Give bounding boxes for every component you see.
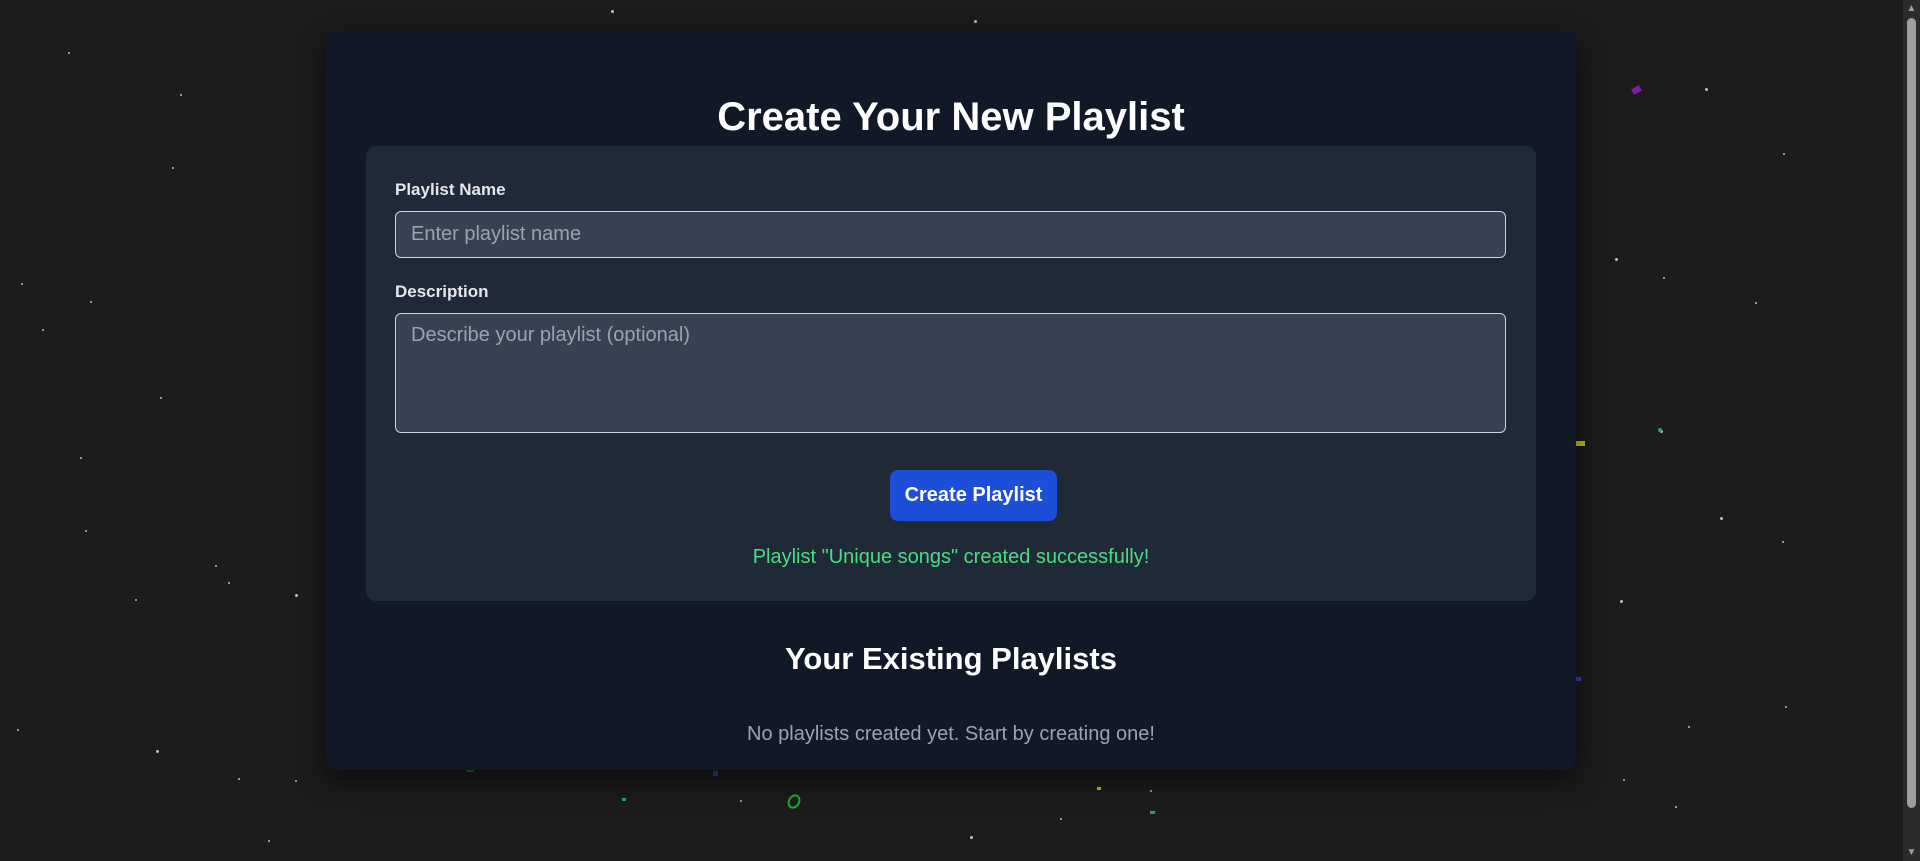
confetti-piece xyxy=(713,771,718,776)
success-message: Playlist "Unique songs" created successf… xyxy=(752,546,1150,568)
star xyxy=(1783,153,1785,155)
star xyxy=(295,594,298,597)
star xyxy=(1623,779,1625,781)
description-textarea[interactable] xyxy=(395,313,1506,433)
confetti-piece xyxy=(1658,428,1662,432)
star xyxy=(90,301,92,303)
star xyxy=(42,329,44,331)
confetti-piece xyxy=(1631,85,1642,95)
star xyxy=(970,836,973,839)
star xyxy=(68,52,70,54)
star xyxy=(1782,541,1784,543)
confetti-piece xyxy=(785,792,803,811)
star xyxy=(974,20,977,23)
star xyxy=(180,94,182,96)
star xyxy=(228,582,230,584)
playlist-name-label: Playlist Name xyxy=(395,180,506,199)
confetti-piece xyxy=(1576,677,1581,681)
scroll-down-arrow-icon[interactable]: ▼ xyxy=(1903,844,1920,861)
star xyxy=(1620,600,1623,603)
star xyxy=(1615,258,1618,261)
star xyxy=(268,840,270,842)
confetti-piece xyxy=(622,798,626,801)
confetti-piece xyxy=(1150,811,1155,814)
star xyxy=(160,397,162,399)
scroll-up-arrow-icon[interactable]: ▲ xyxy=(1903,0,1920,17)
playlist-name-input[interactable] xyxy=(395,211,1506,258)
star xyxy=(1755,302,1757,304)
star xyxy=(85,530,87,532)
star xyxy=(1675,806,1677,808)
star xyxy=(21,283,23,285)
star xyxy=(1663,277,1665,279)
star xyxy=(238,778,240,780)
star xyxy=(17,729,19,731)
star xyxy=(1705,88,1708,91)
create-playlist-form: Playlist Name Description Create Playlis… xyxy=(366,146,1536,601)
star xyxy=(135,599,137,601)
create-playlist-button[interactable]: Create Playlist xyxy=(890,470,1057,521)
star xyxy=(1785,706,1787,708)
page-scrollbar[interactable]: ▲ ▼ xyxy=(1903,0,1920,861)
confetti-piece xyxy=(1097,787,1101,790)
star xyxy=(1150,790,1152,792)
star xyxy=(740,800,742,802)
star xyxy=(295,780,297,782)
star xyxy=(156,750,159,753)
star xyxy=(1660,430,1663,433)
star xyxy=(1688,726,1690,728)
star xyxy=(611,10,614,13)
existing-playlists-title: Your Existing Playlists xyxy=(785,641,1117,676)
star xyxy=(172,167,174,169)
description-label: Description xyxy=(395,282,489,301)
star xyxy=(80,457,82,459)
confetti-piece xyxy=(1576,441,1585,446)
page-title: Create Your New Playlist xyxy=(717,95,1185,139)
star xyxy=(215,565,217,567)
star xyxy=(1060,818,1062,820)
star xyxy=(1720,517,1723,520)
playlists-empty-message: No playlists created yet. Start by creat… xyxy=(747,723,1155,745)
playlist-card: Create Your New Playlist Playlist Name D… xyxy=(326,31,1576,770)
scrollbar-thumb[interactable] xyxy=(1907,18,1916,808)
